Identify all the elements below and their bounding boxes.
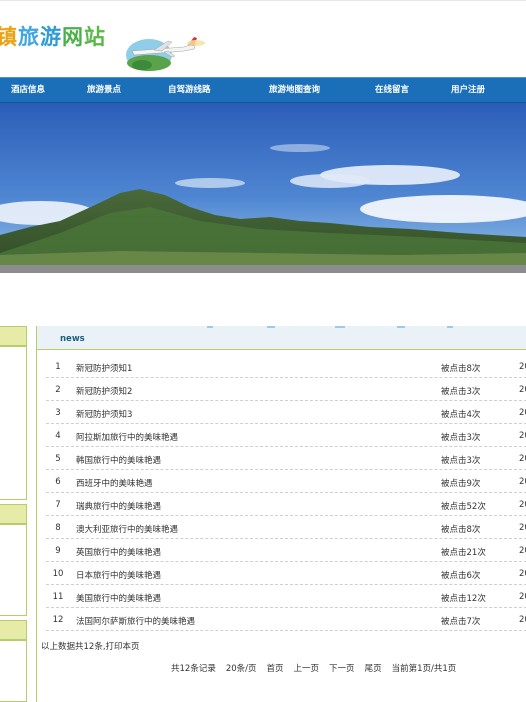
news-title-link[interactable]: 西班牙中的美味艳遇 bbox=[76, 477, 153, 489]
row-number: 5 bbox=[55, 454, 61, 464]
publish-date: 20 bbox=[519, 454, 526, 464]
row-number: 3 bbox=[55, 408, 61, 418]
row-number: 9 bbox=[55, 546, 61, 556]
news-title-link[interactable]: 日本旅行中的美味艳遇 bbox=[76, 569, 161, 581]
row-number: 1 bbox=[55, 362, 61, 372]
news-header: news bbox=[37, 326, 526, 350]
click-count: 被点击21次 bbox=[441, 548, 486, 558]
publish-date: 20 bbox=[519, 500, 526, 510]
nav-item-scenic[interactable]: 旅游景点 bbox=[87, 78, 121, 103]
publish-date: 20 bbox=[519, 408, 526, 418]
publish-date: 20 bbox=[519, 546, 526, 556]
news-row[interactable]: 2 新冠防护须知2 被点击3次 20 bbox=[46, 378, 526, 401]
news-section-title: news bbox=[60, 334, 85, 344]
click-count: 被点击6次 bbox=[441, 571, 481, 581]
title-char: 旅 bbox=[18, 25, 40, 49]
news-title-link[interactable]: 新冠防护须知3 bbox=[76, 408, 132, 420]
sidebar-panel bbox=[0, 524, 27, 616]
pager-per-page: 20条/页 bbox=[225, 664, 257, 674]
click-count: 被点击52次 bbox=[441, 502, 486, 512]
click-count: 被点击3次 bbox=[441, 456, 481, 466]
news-row[interactable]: 7 瑞典旅行中的美味艳遇 被点击52次 20 bbox=[46, 493, 526, 516]
row-number: 4 bbox=[55, 431, 61, 441]
nav-item-hotel[interactable]: 酒店信息 bbox=[11, 78, 45, 103]
news-row[interactable]: 12 法国阿尔萨斯旅行中的美味艳遇 被点击7次 20 bbox=[46, 608, 526, 631]
news-row[interactable]: 5 韩国旅行中的美味艳遇 被点击3次 20 bbox=[46, 447, 526, 470]
row-number: 2 bbox=[55, 385, 61, 395]
news-title-link[interactable]: 美国旅行中的美味艳遇 bbox=[76, 592, 161, 604]
news-title-link[interactable]: 澳大利亚旅行中的美味艳遇 bbox=[76, 523, 178, 535]
row-number: 10 bbox=[52, 569, 64, 579]
click-count: 被点击9次 bbox=[441, 479, 481, 489]
row-number: 7 bbox=[55, 500, 61, 510]
main-nav: 酒店信息 旅游景点 自驾游线路 旅游地图查询 在线留言 用户注册 bbox=[0, 77, 526, 103]
click-count: 被点击8次 bbox=[441, 364, 481, 374]
nav-item-selfdrive[interactable]: 自驾游线路 bbox=[168, 78, 211, 103]
pager-total: 共12条记录 bbox=[171, 664, 216, 674]
mountain-landscape-image bbox=[0, 103, 526, 273]
news-title-link[interactable]: 韩国旅行中的美味艳遇 bbox=[76, 454, 161, 466]
news-row[interactable]: 9 英国旅行中的美味艳遇 被点击21次 20 bbox=[46, 539, 526, 562]
sidebar-header bbox=[0, 620, 27, 640]
left-sidebar bbox=[0, 326, 27, 702]
publish-date: 20 bbox=[519, 523, 526, 533]
pager-prev-link[interactable]: 上一页 bbox=[294, 664, 320, 674]
site-header: 镇旅游网站 bbox=[0, 0, 526, 77]
sidebar-panel bbox=[0, 640, 27, 702]
decorative-dots-icon bbox=[207, 326, 453, 328]
sidebar-header bbox=[0, 326, 27, 346]
news-row[interactable]: 4 阿拉斯加旅行中的美味艳遇 被点击3次 20 bbox=[46, 424, 526, 447]
title-char: 站 bbox=[84, 25, 106, 49]
banner-image bbox=[0, 103, 526, 273]
news-list: 1 新冠防护须知1 被点击8次 20 2 新冠防护须知2 被点击3次 20 3 … bbox=[46, 355, 526, 631]
pager-current: 当前第1页/共1页 bbox=[391, 664, 457, 674]
publish-date: 20 bbox=[519, 431, 526, 441]
click-count: 被点击12次 bbox=[441, 594, 486, 604]
publish-date: 20 bbox=[519, 362, 526, 372]
publish-date: 20 bbox=[519, 477, 526, 487]
row-number: 12 bbox=[52, 615, 64, 625]
news-title-link[interactable]: 法国阿尔萨斯旅行中的美味艳遇 bbox=[76, 615, 195, 627]
nav-item-map[interactable]: 旅游地图查询 bbox=[269, 78, 320, 103]
click-count: 被点击4次 bbox=[441, 410, 481, 420]
news-panel: news 1 新冠防护须知1 被点击8次 20 2 新冠防护须知2 被点击3次 … bbox=[36, 326, 526, 702]
publish-date: 20 bbox=[519, 592, 526, 602]
click-count: 被点击3次 bbox=[441, 387, 481, 397]
row-number: 6 bbox=[55, 477, 61, 487]
news-title-link[interactable]: 新冠防护须知1 bbox=[76, 362, 132, 374]
publish-date: 20 bbox=[519, 569, 526, 579]
title-char: 游 bbox=[40, 25, 62, 49]
news-row[interactable]: 8 澳大利亚旅行中的美味艳遇 被点击8次 20 bbox=[46, 516, 526, 539]
record-summary[interactable]: 以上数据共12条,打印本页 bbox=[41, 640, 140, 652]
news-row[interactable]: 10 日本旅行中的美味艳遇 被点击6次 20 bbox=[46, 562, 526, 585]
site-title[interactable]: 镇旅游网站 bbox=[0, 21, 106, 51]
title-char: 网 bbox=[62, 25, 84, 49]
news-row[interactable]: 11 美国旅行中的美味艳遇 被点击12次 20 bbox=[46, 585, 526, 608]
airplane-logo-icon bbox=[126, 37, 205, 71]
news-row[interactable]: 3 新冠防护须知3 被点击4次 20 bbox=[46, 401, 526, 424]
title-char: 镇 bbox=[0, 25, 18, 49]
click-count: 被点击3次 bbox=[441, 433, 481, 443]
news-title-link[interactable]: 瑞典旅行中的美味艳遇 bbox=[76, 500, 161, 512]
sidebar-panel bbox=[0, 346, 27, 500]
news-row[interactable]: 6 西班牙中的美味艳遇 被点击9次 20 bbox=[46, 470, 526, 493]
pagination: 共12条记录 20条/页 首页 上一页 下一页 尾页 当前第1页/共1页 bbox=[171, 662, 466, 674]
pager-last-link[interactable]: 尾页 bbox=[365, 664, 382, 674]
pager-first-link[interactable]: 首页 bbox=[267, 664, 284, 674]
news-title-link[interactable]: 英国旅行中的美味艳遇 bbox=[76, 546, 161, 558]
click-count: 被点击7次 bbox=[441, 617, 481, 627]
nav-item-message[interactable]: 在线留言 bbox=[375, 78, 409, 103]
row-number: 11 bbox=[52, 592, 64, 602]
publish-date: 20 bbox=[519, 385, 526, 395]
click-count: 被点击8次 bbox=[441, 525, 481, 535]
publish-date: 20 bbox=[519, 615, 526, 625]
nav-item-register[interactable]: 用户注册 bbox=[451, 78, 485, 103]
news-row[interactable]: 1 新冠防护须知1 被点击8次 20 bbox=[46, 355, 526, 378]
sidebar-header bbox=[0, 504, 27, 524]
pager-next-link[interactable]: 下一页 bbox=[329, 664, 355, 674]
row-number: 8 bbox=[55, 523, 61, 533]
news-title-link[interactable]: 新冠防护须知2 bbox=[76, 385, 132, 397]
news-title-link[interactable]: 阿拉斯加旅行中的美味艳遇 bbox=[76, 431, 178, 443]
